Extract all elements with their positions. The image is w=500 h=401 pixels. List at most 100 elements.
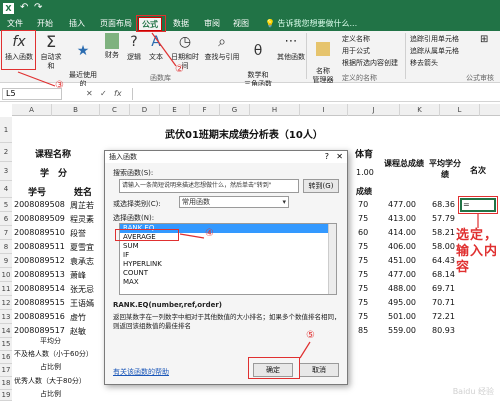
col-header[interactable]: J	[348, 104, 400, 116]
row-header[interactable]: 16	[0, 351, 12, 364]
pe-score[interactable]: 60	[358, 228, 368, 237]
financial-button[interactable]: 财务	[102, 33, 122, 60]
row-header[interactable]: 11	[0, 282, 12, 296]
col-header[interactable]: H	[250, 104, 300, 116]
total-score[interactable]: 451.00	[388, 256, 416, 265]
student-name[interactable]: 程灵素	[70, 214, 94, 225]
function-help-link[interactable]: 有关该函数的帮助	[113, 367, 169, 377]
name-box[interactable]: L5	[2, 88, 62, 100]
define-name-button[interactable]: 定义名称	[342, 34, 370, 44]
tab-data[interactable]: 数据	[170, 17, 192, 31]
avg-score[interactable]: 68.36	[432, 200, 455, 209]
student-id[interactable]: 2008089513	[14, 270, 65, 279]
avg-score[interactable]: 69.71	[432, 284, 455, 293]
total-score[interactable]: 477.00	[388, 200, 416, 209]
tab-view[interactable]: 视图	[230, 17, 252, 31]
row-header[interactable]: 9	[0, 254, 12, 268]
tell-me-input[interactable]: 💡 告诉我您想要做什么...	[262, 17, 360, 31]
student-name[interactable]: 王语嫣	[70, 298, 94, 309]
tab-review[interactable]: 审阅	[201, 17, 223, 31]
pe-score[interactable]: 75	[358, 298, 368, 307]
student-id[interactable]: 2008089512	[14, 256, 65, 265]
formula-input[interactable]	[132, 88, 496, 100]
student-id[interactable]: 2008089517	[14, 326, 65, 335]
use-in-formula-button[interactable]: 用于公式	[342, 46, 370, 56]
student-id[interactable]: 2008089508	[14, 200, 65, 209]
function-list-item[interactable]: MAX	[120, 278, 336, 287]
student-name[interactable]: 虚竹	[70, 312, 86, 323]
row-header[interactable]: 1	[0, 117, 12, 143]
student-name[interactable]: 周芷若	[70, 200, 94, 211]
avg-score[interactable]: 72.21	[432, 312, 455, 321]
row-header[interactable]: 4	[0, 181, 12, 198]
pe-score[interactable]: 75	[358, 256, 368, 265]
trace-dependents-button[interactable]: 追踪从属单元格	[410, 46, 459, 56]
total-score[interactable]: 495.00	[388, 298, 416, 307]
avg-score[interactable]: 57.79	[432, 214, 455, 223]
pe-score[interactable]: 85	[358, 326, 368, 335]
row-header[interactable]: 8	[0, 240, 12, 254]
pe-score[interactable]: 70	[358, 200, 368, 209]
autosum-button[interactable]: Σ 自动求和	[38, 33, 64, 71]
fx-label[interactable]: fx	[114, 89, 122, 98]
student-name[interactable]: 夏雪宜	[70, 242, 94, 253]
student-id[interactable]: 2008089515	[14, 298, 65, 307]
function-list-item[interactable]: IF	[120, 251, 336, 260]
more-functions-button[interactable]: ⋯ 其他函数	[276, 33, 306, 62]
col-header[interactable]: D	[130, 104, 160, 116]
redo-icon[interactable]: ↷	[34, 2, 42, 13]
student-id[interactable]: 2008089509	[14, 214, 65, 223]
student-name[interactable]: 赵敏	[70, 326, 86, 337]
row-header[interactable]: 18	[0, 377, 12, 390]
create-from-selection-button[interactable]: 根据所选内容创建	[342, 58, 398, 68]
col-header[interactable]: E	[160, 104, 190, 116]
trace-precedents-button[interactable]: 追踪引用单元格	[410, 34, 459, 44]
datetime-button[interactable]: ◷ 日期和时间	[168, 33, 202, 71]
row-header[interactable]: 10	[0, 268, 12, 282]
total-score[interactable]: 414.00	[388, 228, 416, 237]
logical-button[interactable]: ? 逻辑	[124, 33, 144, 62]
avg-score[interactable]: 64.43	[432, 256, 455, 265]
total-score[interactable]: 488.00	[388, 284, 416, 293]
cancel-button[interactable]: 取消	[299, 363, 339, 377]
show-formulas-icon[interactable]: ⊞	[480, 34, 488, 45]
category-select[interactable]: 常用函数 ▾	[179, 196, 289, 208]
goto-button[interactable]: 转到(G)	[303, 179, 339, 193]
row-header[interactable]: 3	[0, 162, 12, 181]
undo-icon[interactable]: ↶	[20, 2, 28, 13]
scrollbar[interactable]	[328, 224, 336, 294]
col-header[interactable]: F	[190, 104, 220, 116]
text-button[interactable]: A 文本	[146, 33, 166, 62]
pe-score[interactable]: 75	[358, 214, 368, 223]
col-header[interactable]: A	[12, 104, 52, 116]
tab-home[interactable]: 开始	[34, 17, 56, 31]
total-score[interactable]: 413.00	[388, 214, 416, 223]
row-header[interactable]: 15	[0, 338, 12, 351]
row-header[interactable]: 19	[0, 390, 12, 401]
col-header[interactable]: K	[400, 104, 440, 116]
student-id[interactable]: 2008089516	[14, 312, 65, 321]
remove-arrows-button[interactable]: 移去箭头	[410, 58, 438, 68]
student-name[interactable]: 张无忌	[70, 284, 94, 295]
enter-icon[interactable]: ✓	[100, 89, 107, 98]
row-header[interactable]: 13	[0, 310, 12, 324]
pe-score[interactable]: 75	[358, 270, 368, 279]
help-icon[interactable]: ?	[325, 152, 329, 161]
col-header[interactable]: C	[100, 104, 130, 116]
row-header[interactable]: 17	[0, 364, 12, 377]
avg-score[interactable]: 68.14	[432, 270, 455, 279]
math-button[interactable]: θ 数学和 三角函数	[242, 33, 274, 89]
student-id[interactable]: 2008089514	[14, 284, 65, 293]
tab-page-layout[interactable]: 页面布局	[97, 17, 135, 31]
col-header[interactable]: I	[300, 104, 348, 116]
col-header[interactable]: G	[220, 104, 250, 116]
student-name[interactable]: 段誉	[70, 228, 86, 239]
row-header[interactable]: 14	[0, 324, 12, 338]
avg-score[interactable]: 70.71	[432, 298, 455, 307]
function-list-item[interactable]: HYPERLINK	[120, 260, 336, 269]
row-header[interactable]: 7	[0, 226, 12, 240]
pe-score[interactable]: 75	[358, 242, 368, 251]
row-header[interactable]: 5	[0, 198, 12, 212]
function-list-item[interactable]: COUNT	[120, 269, 336, 278]
total-score[interactable]: 477.00	[388, 270, 416, 279]
